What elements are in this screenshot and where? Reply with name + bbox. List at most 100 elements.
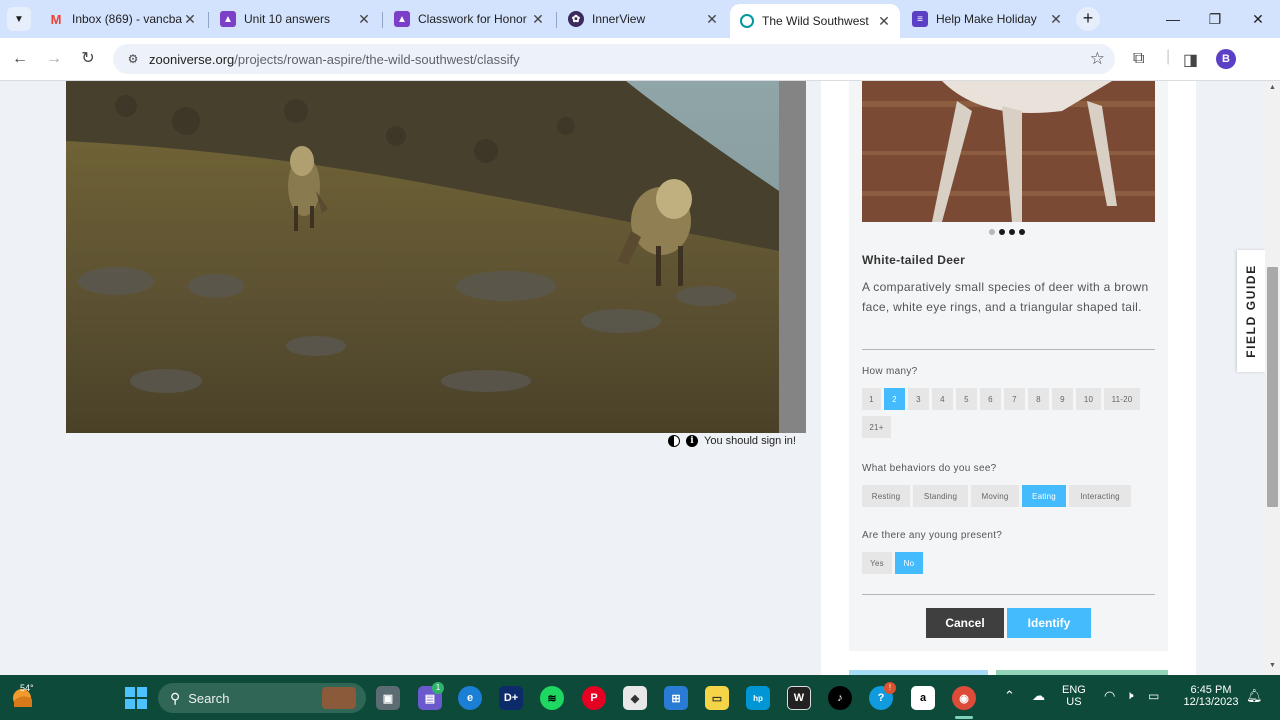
sign-in-notice: i You should sign in! xyxy=(668,435,796,447)
address-bar[interactable]: ⚙ zooniverse.org/projects/rowan-aspire/t… xyxy=(113,44,1115,74)
close-tab-icon[interactable]: ✕ xyxy=(1048,11,1064,27)
spotify-icon[interactable]: ≋ xyxy=(540,686,564,710)
behavior-eating[interactable]: Eating xyxy=(1022,485,1066,507)
microsoft-store-icon[interactable]: ⊞ xyxy=(664,686,688,710)
start-windows-icon[interactable] xyxy=(124,686,148,710)
language-code: ENG xyxy=(1062,684,1086,696)
scroll-down-icon[interactable]: ▼ xyxy=(1267,661,1278,671)
species-description: A comparatively small species of deer wi… xyxy=(862,280,1149,314)
close-tab-icon[interactable]: ✕ xyxy=(530,11,546,27)
forward-arrow-icon[interactable]: → xyxy=(43,48,65,70)
clock-date: 12/13/2023 xyxy=(1183,696,1239,708)
minimize-icon[interactable]: — xyxy=(1158,8,1188,30)
bookmark-star-icon[interactable]: ☆ xyxy=(1090,49,1105,69)
tab-unit-10-answers[interactable]: ▲ Unit 10 answers ✕ xyxy=(210,4,380,34)
count-option-4[interactable]: 4 xyxy=(932,388,953,410)
how-many-question: How many? xyxy=(862,366,918,377)
image-carousel-dots[interactable] xyxy=(989,229,1025,235)
cancel-button[interactable]: Cancel xyxy=(926,608,1004,638)
count-option-11-20[interactable]: 11-20 xyxy=(1104,388,1140,410)
extensions-puzzle-icon[interactable]: ⧉ xyxy=(1133,50,1144,68)
profile-avatar[interactable]: B xyxy=(1216,49,1236,69)
new-tab-button[interactable]: + xyxy=(1076,7,1100,31)
count-option-10[interactable]: 10 xyxy=(1076,388,1101,410)
field-guide-label: FIELD GUIDE xyxy=(1244,264,1258,358)
contrast-icon[interactable] xyxy=(668,435,680,447)
behaviors-question: What behaviors do you see? xyxy=(862,463,997,474)
count-option-1[interactable]: 1 xyxy=(862,388,881,410)
side-panel-icon[interactable]: ◨ xyxy=(1183,50,1198,70)
close-window-icon[interactable]: ✕ xyxy=(1243,8,1273,30)
count-option-3[interactable]: 3 xyxy=(908,388,929,410)
close-tab-icon[interactable]: ✕ xyxy=(182,11,198,27)
behavior-standing[interactable]: Standing xyxy=(913,485,968,507)
volume-muted-icon[interactable]: 🕨 xyxy=(1126,688,1134,703)
tab-title: The Wild Southwest xyxy=(762,14,869,28)
zooniverse-classify-page: i You should sign in! White-tailed Deer … xyxy=(0,81,1280,675)
scrollbar-thumb[interactable] xyxy=(1267,267,1278,507)
back-arrow-icon[interactable]: ← xyxy=(9,48,31,70)
info-icon[interactable]: i xyxy=(686,435,698,447)
language-indicator[interactable]: ENG US xyxy=(1062,684,1086,708)
count-option-9[interactable]: 9 xyxy=(1052,388,1073,410)
identify-button[interactable]: Identify xyxy=(1007,608,1091,638)
chevron-up-icon[interactable]: ⌃ xyxy=(1004,688,1015,704)
carousel-dot[interactable] xyxy=(1019,229,1025,235)
clock-time: 6:45 PM xyxy=(1190,684,1232,696)
young-no[interactable]: No xyxy=(895,552,923,574)
onedrive-cloud-icon[interactable]: ☁ xyxy=(1032,688,1045,704)
scroll-up-icon[interactable]: ▲ xyxy=(1267,83,1278,93)
notifications-bell-icon[interactable]: 🔔︎ xyxy=(1246,688,1263,704)
task-view-icon[interactable]: ▣ xyxy=(376,686,400,710)
chrome-icon[interactable]: ◉ xyxy=(952,686,976,710)
disney-plus-icon[interactable]: D+ xyxy=(499,686,523,710)
behavior-moving[interactable]: Moving xyxy=(971,485,1019,507)
clock[interactable]: 6:45 PM 12/13/2023 xyxy=(1180,684,1242,708)
myhp-icon[interactable]: hp xyxy=(746,686,770,710)
tab-innerview[interactable]: ✿ InnerView ✕ xyxy=(558,4,728,34)
roblox-icon[interactable]: ◆ xyxy=(623,686,647,710)
site-info-icon[interactable]: ⚙ xyxy=(121,52,145,66)
tab-gmail[interactable]: M Inbox (869) - vancba ✕ xyxy=(38,4,206,34)
tab-the-wild-southwest[interactable]: The Wild Southwest ✕ xyxy=(730,4,900,38)
close-tab-icon[interactable]: ✕ xyxy=(704,11,720,27)
subject-viewer[interactable] xyxy=(66,81,806,433)
url-host: zooniverse.org xyxy=(149,51,235,67)
restore-icon[interactable]: ❐ xyxy=(1200,8,1230,30)
close-tab-icon[interactable]: ✕ xyxy=(876,13,892,29)
count-option-5[interactable]: 5 xyxy=(956,388,977,410)
behavior-resting[interactable]: Resting xyxy=(862,485,910,507)
tiktok-icon[interactable]: ♪ xyxy=(828,686,852,710)
carousel-dot[interactable] xyxy=(989,229,995,235)
count-option-8[interactable]: 8 xyxy=(1028,388,1049,410)
behavior-interacting[interactable]: Interacting xyxy=(1069,485,1131,507)
region-code: US xyxy=(1066,696,1082,708)
count-option-6[interactable]: 6 xyxy=(980,388,1001,410)
wattpad-icon[interactable]: W xyxy=(787,686,811,710)
sign-in-text[interactable]: You should sign in! xyxy=(704,435,796,447)
tab-search-chevron-icon[interactable]: ▼ xyxy=(7,7,31,31)
forms-icon: ≡ xyxy=(912,11,928,27)
reload-icon[interactable]: ↻ xyxy=(77,48,99,70)
field-guide-tab[interactable]: FIELD GUIDE xyxy=(1237,250,1265,372)
tab-classwork[interactable]: ▲ Classwork for Honor ✕ xyxy=(384,4,554,34)
carousel-dot[interactable] xyxy=(1009,229,1015,235)
wifi-icon[interactable]: ◠ xyxy=(1104,688,1115,704)
tab-help-make-holiday[interactable]: ≡ Help Make Holiday ✕ xyxy=(902,4,1072,34)
tab-strip: ▼ M Inbox (869) - vancba ✕ ▲ Unit 10 ans… xyxy=(0,0,1280,38)
carousel-dot[interactable] xyxy=(999,229,1005,235)
taskbar-search[interactable]: ⚲ Search xyxy=(158,683,366,713)
young-yes[interactable]: Yes xyxy=(862,552,892,574)
battery-icon[interactable]: ▭ xyxy=(1148,689,1159,703)
count-option-2[interactable]: 2 xyxy=(884,388,905,410)
edge-icon[interactable]: e xyxy=(458,686,482,710)
close-tab-icon[interactable]: ✕ xyxy=(356,11,372,27)
sticky-notes-icon[interactable]: ▭ xyxy=(705,686,729,710)
amazon-icon[interactable]: a xyxy=(911,686,935,710)
count-option-7[interactable]: 7 xyxy=(1004,388,1025,410)
pinterest-icon[interactable]: P xyxy=(582,686,606,710)
divider xyxy=(862,349,1155,350)
count-option-21-plus[interactable]: 21+ xyxy=(862,416,891,438)
url-text[interactable]: zooniverse.org/projects/rowan-aspire/the… xyxy=(149,52,520,67)
search-label: Search xyxy=(188,690,230,706)
